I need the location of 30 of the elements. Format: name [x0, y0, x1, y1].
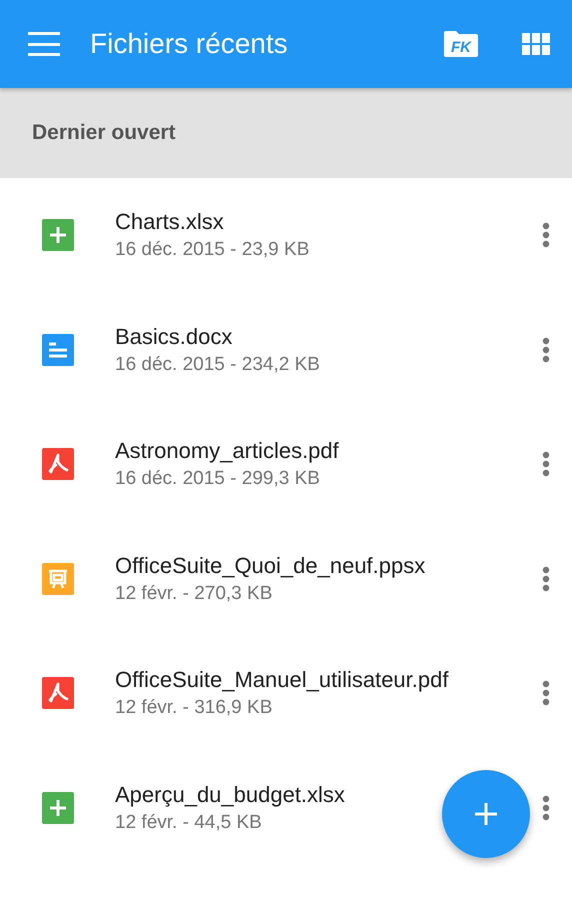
spreadsheet-icon [42, 792, 74, 824]
menu-button[interactable] [28, 32, 60, 56]
file-details: 16 déc. 2015 - 23,9 KB [115, 239, 310, 262]
more-vertical-icon [542, 794, 550, 821]
more-vertical-icon [542, 451, 550, 478]
file-name[interactable]: Charts.xlsx [115, 209, 224, 236]
file-name[interactable]: Aperçu_du_budget.xlsx [115, 782, 345, 808]
document-icon [42, 334, 74, 366]
more-vertical-icon [542, 566, 550, 592]
pdf-icon [42, 448, 74, 480]
plus-icon [474, 802, 498, 826]
file-name[interactable]: OfficeSuite_Quoi_de_neuf.ppsx [115, 552, 426, 579]
section-header: Dernier ouvert [32, 121, 176, 145]
file-details: 16 déc. 2015 - 299,3 KB [115, 468, 320, 490]
file-name[interactable]: Basics.docx [115, 324, 232, 350]
more-vertical-icon [542, 336, 550, 363]
grid-view-button[interactable] [522, 32, 550, 56]
add-button[interactable] [442, 770, 530, 858]
file-name[interactable]: OfficeSuite_Manuel_utilisateur.pdf [115, 667, 448, 694]
file-details: 12 févr. - 270,3 KB [115, 582, 272, 605]
pdf-icon [42, 677, 74, 710]
file-name[interactable]: Astronomy_articles.pdf [115, 438, 339, 464]
app-title: Fichiers récents [90, 28, 289, 60]
presentation-icon [42, 562, 74, 595]
more-vertical-icon [542, 222, 550, 248]
file-details: 16 déc. 2015 - 234,2 KB [115, 354, 320, 376]
spreadsheet-icon [42, 219, 74, 252]
file-details: 12 févr. - 44,5 KB [115, 812, 262, 834]
file-details: 12 févr. - 316,9 KB [115, 697, 272, 720]
more-vertical-icon [542, 680, 550, 706]
